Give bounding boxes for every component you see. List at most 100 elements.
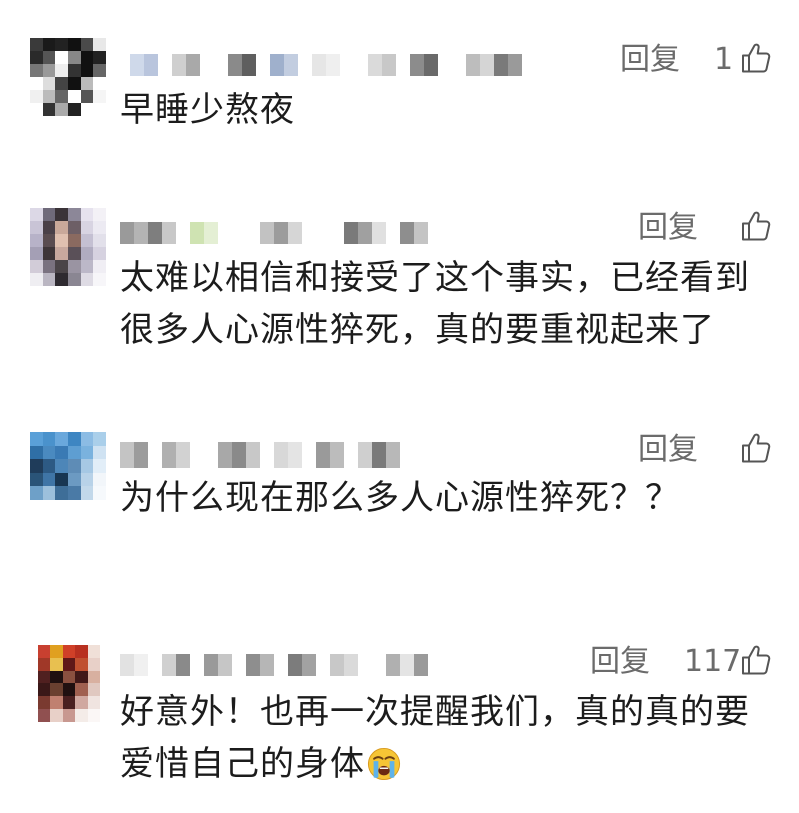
mosaic-cell xyxy=(93,273,106,286)
mosaic-cell xyxy=(452,54,466,76)
mosaic-cell xyxy=(176,222,190,244)
reply-button[interactable]: 回复 xyxy=(620,42,680,78)
mosaic-cell xyxy=(42,273,56,286)
comment-text-line: 好意外！也再一次提醒我们，真的真的要 xyxy=(120,692,750,732)
mosaic-cell xyxy=(410,54,424,76)
mosaic-cell xyxy=(38,657,51,671)
like-count: 1 xyxy=(714,42,734,77)
mosaic-cell xyxy=(372,222,386,244)
mosaic-cell xyxy=(218,222,232,244)
mosaic-cell xyxy=(93,38,106,51)
mosaic-cell xyxy=(68,77,81,90)
mosaic-cell xyxy=(218,654,232,676)
mosaic-cell xyxy=(30,103,43,116)
mosaic-cell xyxy=(302,222,316,244)
mosaic-cell xyxy=(148,222,162,244)
mosaic-cell xyxy=(42,38,56,51)
mosaic-cell xyxy=(30,90,43,103)
mosaic-cell xyxy=(200,54,214,76)
mosaic-cell xyxy=(87,709,100,722)
mosaic-cell xyxy=(80,103,94,116)
mosaic-cell xyxy=(298,54,312,76)
mosaic-cell xyxy=(204,222,218,244)
mosaic-cell xyxy=(80,445,94,460)
mosaic-cell xyxy=(358,654,372,676)
mosaic-cell xyxy=(42,472,56,487)
mosaic-cell xyxy=(93,103,106,116)
mosaic-cell xyxy=(93,90,106,103)
mosaic-cell xyxy=(148,654,162,676)
avatar[interactable] xyxy=(30,38,106,116)
comment-text-line: 早睡少熬夜 xyxy=(120,90,295,130)
mosaic-cell xyxy=(176,654,190,676)
mosaic-cell xyxy=(87,696,100,710)
mosaic-cell xyxy=(93,77,106,90)
mosaic-cell xyxy=(80,77,94,90)
reply-button[interactable]: 回复 xyxy=(638,210,698,246)
mosaic-cell xyxy=(30,208,43,221)
username-mosaic[interactable] xyxy=(120,654,428,676)
mosaic-cell xyxy=(228,54,242,76)
mosaic-cell xyxy=(288,442,302,468)
mosaic-cell xyxy=(260,654,274,676)
username-mosaic[interactable] xyxy=(130,54,522,76)
mosaic-cell xyxy=(42,260,56,273)
reply-button[interactable]: 回复 xyxy=(590,644,650,680)
mosaic-cell xyxy=(55,38,68,51)
mosaic-cell xyxy=(134,442,148,468)
mosaic-cell xyxy=(162,222,176,244)
username-mosaic[interactable] xyxy=(120,222,428,244)
mosaic-cell xyxy=(62,683,76,697)
mosaic-cell xyxy=(316,222,330,244)
mosaic-cell xyxy=(260,442,274,468)
mosaic-cell xyxy=(68,472,81,487)
comment-text-line: 很多人心源性猝死，真的要重视起来了 xyxy=(120,310,715,350)
thumbs-up-icon[interactable] xyxy=(740,209,772,243)
mosaic-cell xyxy=(176,442,190,468)
mosaic-cell xyxy=(80,247,94,260)
mosaic-cell xyxy=(30,445,43,460)
mosaic-cell xyxy=(424,54,438,76)
mosaic-cell xyxy=(55,486,68,500)
comment-text-line: 爱惜自己的身体 xyxy=(120,738,750,790)
mosaic-cell xyxy=(508,54,522,76)
mosaic-cell xyxy=(68,221,81,234)
mosaic-cell xyxy=(42,90,56,103)
avatar[interactable] xyxy=(38,645,100,722)
comment-text-line: 为什么现在那么多人心源性猝死？？ xyxy=(120,478,680,518)
mosaic-cell xyxy=(87,645,100,658)
mosaic-cell xyxy=(68,64,81,77)
mosaic-cell xyxy=(55,247,68,260)
thumbs-up-icon[interactable] xyxy=(740,643,772,677)
mosaic-cell xyxy=(87,670,100,684)
mosaic-cell xyxy=(55,103,68,116)
mosaic-cell xyxy=(38,709,51,722)
mosaic-cell xyxy=(288,222,302,244)
mosaic-cell xyxy=(55,208,68,221)
comment-item: 回复 117 好意外！也再一次提醒我们，真的真的要 爱惜自己的身体 xyxy=(0,642,799,802)
avatar[interactable] xyxy=(30,208,106,286)
mosaic-cell xyxy=(246,442,260,468)
mosaic-cell xyxy=(42,445,56,460)
avatar[interactable] xyxy=(30,432,106,500)
username-mosaic[interactable] xyxy=(120,442,400,468)
mosaic-cell xyxy=(242,54,256,76)
mosaic-cell xyxy=(55,64,68,77)
mosaic-cell xyxy=(42,221,56,234)
mosaic-cell xyxy=(30,51,43,64)
reply-button[interactable]: 回复 xyxy=(638,432,698,468)
mosaic-cell xyxy=(68,432,81,446)
thumbs-up-icon[interactable] xyxy=(740,431,772,465)
mosaic-cell xyxy=(93,208,106,221)
mosaic-cell xyxy=(134,654,148,676)
mosaic-cell xyxy=(80,432,94,446)
mosaic-cell xyxy=(68,273,81,286)
mosaic-cell xyxy=(75,657,88,671)
mosaic-cell xyxy=(62,657,76,671)
mosaic-cell xyxy=(372,442,386,468)
mosaic-cell xyxy=(274,654,288,676)
mosaic-cell xyxy=(93,51,106,64)
thumbs-up-icon[interactable] xyxy=(740,41,772,75)
mosaic-cell xyxy=(330,222,344,244)
mosaic-cell xyxy=(87,683,100,697)
